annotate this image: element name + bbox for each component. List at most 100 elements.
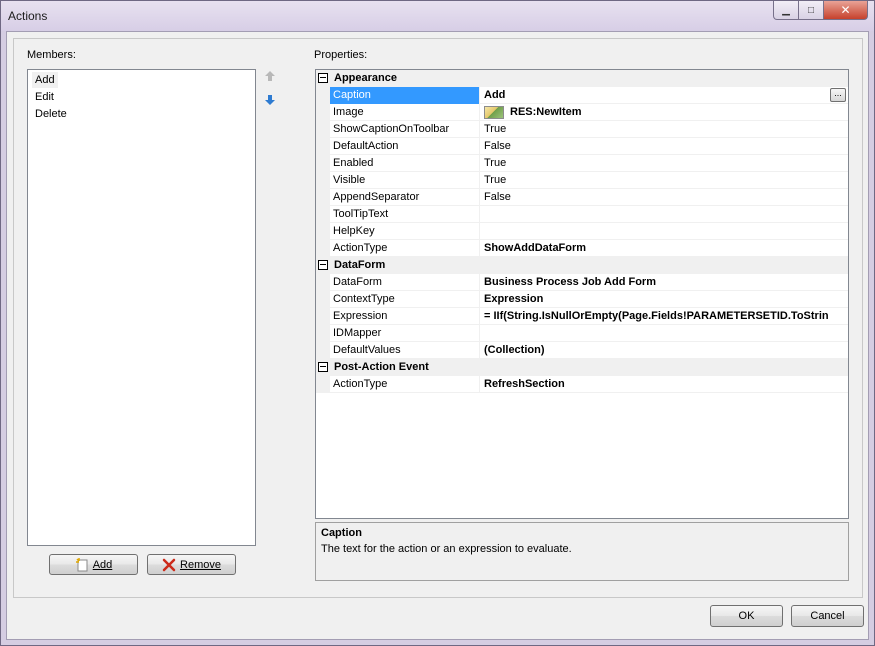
property-help-panel: Caption The text for the action or an ex… [315,522,849,581]
ok-button[interactable]: OK [710,605,783,627]
property-name: ActionType [330,240,480,257]
property-row-expression[interactable]: Expression = IIf(String.IsNullOrEmpty(Pa… [316,308,848,325]
property-name: DefaultAction [330,138,480,155]
row-gutter [316,104,330,121]
window-controls: ▁ □ ✕ [773,1,868,21]
property-name: Enabled [330,155,480,172]
property-value[interactable]: False [481,189,848,206]
ellipsis-button[interactable]: ... [830,88,846,102]
property-name: AppendSeparator [330,189,480,206]
category-label: DataForm [334,259,386,271]
property-row-post-actiontype[interactable]: ActionType RefreshSection [316,376,848,393]
member-item-delete[interactable]: Delete [32,106,70,122]
move-up-icon[interactable] [263,69,277,83]
member-item-edit[interactable]: Edit [32,89,57,105]
row-gutter [316,342,330,359]
properties-label: Properties: [314,49,368,61]
title-bar[interactable]: Actions ▁ □ ✕ [1,1,874,31]
property-value[interactable]: Business Process Job Add Form [481,274,848,291]
minimize-button[interactable]: ▁ [773,1,799,20]
property-value[interactable]: (Collection) [481,342,848,359]
property-row-idmapper[interactable]: IDMapper [316,325,848,342]
property-row-helpkey[interactable]: HelpKey [316,223,848,240]
property-row-dataform[interactable]: DataForm Business Process Job Add Form [316,274,848,291]
ok-button-label: OK [738,610,755,622]
dialog-client-area: Members: Properties: Add Edit Delete Add [6,31,869,640]
row-gutter [316,138,330,155]
collapse-icon[interactable] [318,362,328,372]
property-value[interactable]: True [481,172,848,189]
property-row-tooltiptext[interactable]: ToolTipText [316,206,848,223]
row-gutter [316,189,330,206]
row-gutter [316,121,330,138]
maximize-icon: □ [807,4,815,16]
property-value[interactable] [481,223,848,240]
property-row-enabled[interactable]: Enabled True [316,155,848,172]
remove-x-icon [162,558,176,571]
row-gutter [316,376,330,393]
property-value[interactable]: False [481,138,848,155]
add-member-button[interactable]: Add [49,554,138,575]
property-name: Caption [330,87,480,104]
property-name: DefaultValues [330,342,480,359]
maximize-button[interactable]: □ [799,1,824,20]
property-name: ActionType [330,376,480,393]
close-button[interactable]: ✕ [824,1,868,20]
row-gutter [316,172,330,189]
help-title: Caption [321,527,362,539]
row-gutter [316,87,330,104]
remove-member-button[interactable]: Remove [147,554,236,575]
property-row-appendseparator[interactable]: AppendSeparator False [316,189,848,206]
property-value[interactable]: True [481,155,848,172]
collapse-icon[interactable] [318,260,328,270]
minimize-icon: ▁ [782,4,790,16]
property-row-contexttype[interactable]: ContextType Expression [316,291,848,308]
cancel-button-label: Cancel [810,610,845,622]
property-value[interactable]: = IIf(String.IsNullOrEmpty(Page.Fields!P… [481,308,848,325]
property-value: RES:NewItem [510,106,582,118]
property-name: Visible [330,172,480,189]
cancel-button[interactable]: Cancel [791,605,864,627]
property-row-actiontype[interactable]: ActionType ShowAddDataForm [316,240,848,257]
property-name: ContextType [330,291,480,308]
window-title: Actions [8,9,48,23]
add-item-icon [75,557,88,571]
move-down-icon[interactable] [263,93,277,107]
actions-dialog: Actions ▁ □ ✕ Members: Properties: Add E… [0,0,875,646]
image-thumbnail-icon [484,105,504,119]
property-row-image[interactable]: Image RES:NewItem [316,104,848,121]
members-label: Members: [27,49,76,61]
property-name: HelpKey [330,223,480,240]
category-row-appearance[interactable]: Appearance [316,70,848,87]
add-button-label: Add [92,558,113,571]
property-row-defaultaction[interactable]: DefaultAction False [316,138,848,155]
members-list[interactable]: Add Edit Delete [27,69,256,546]
property-row-defaultvalues[interactable]: DefaultValues (Collection) [316,342,848,359]
property-name: Expression [330,308,480,325]
property-value[interactable]: Add [481,87,848,104]
property-value[interactable]: RefreshSection [481,376,848,393]
collapse-icon[interactable] [318,73,328,83]
property-value-image[interactable]: RES:NewItem [481,104,848,121]
property-row-visible[interactable]: Visible True [316,172,848,189]
property-value[interactable] [481,325,848,342]
property-row-caption[interactable]: Caption Add ... [316,87,848,104]
property-value[interactable] [481,206,848,223]
property-name: DataForm [330,274,480,291]
property-row-showcaptionontoolbar[interactable]: ShowCaptionOnToolbar True [316,121,848,138]
property-grid[interactable]: Appearance Caption Add ... Image RES:New… [315,69,849,519]
remove-button-label: Remove [180,558,221,571]
category-row-post-action-event[interactable]: Post-Action Event [316,359,848,376]
property-value[interactable]: ShowAddDataForm [481,240,848,257]
property-value[interactable]: Expression [481,291,848,308]
member-item-add[interactable]: Add [32,72,58,88]
row-gutter [316,240,330,257]
category-label: Appearance [334,72,397,84]
property-value[interactable]: True [481,121,848,138]
category-label: Post-Action Event [334,361,429,373]
row-gutter [316,308,330,325]
content-panel: Members: Properties: Add Edit Delete Add [13,38,863,598]
close-icon: ✕ [840,3,851,17]
category-row-dataform[interactable]: DataForm [316,257,848,274]
help-description: The text for the action or an expression… [321,543,572,555]
